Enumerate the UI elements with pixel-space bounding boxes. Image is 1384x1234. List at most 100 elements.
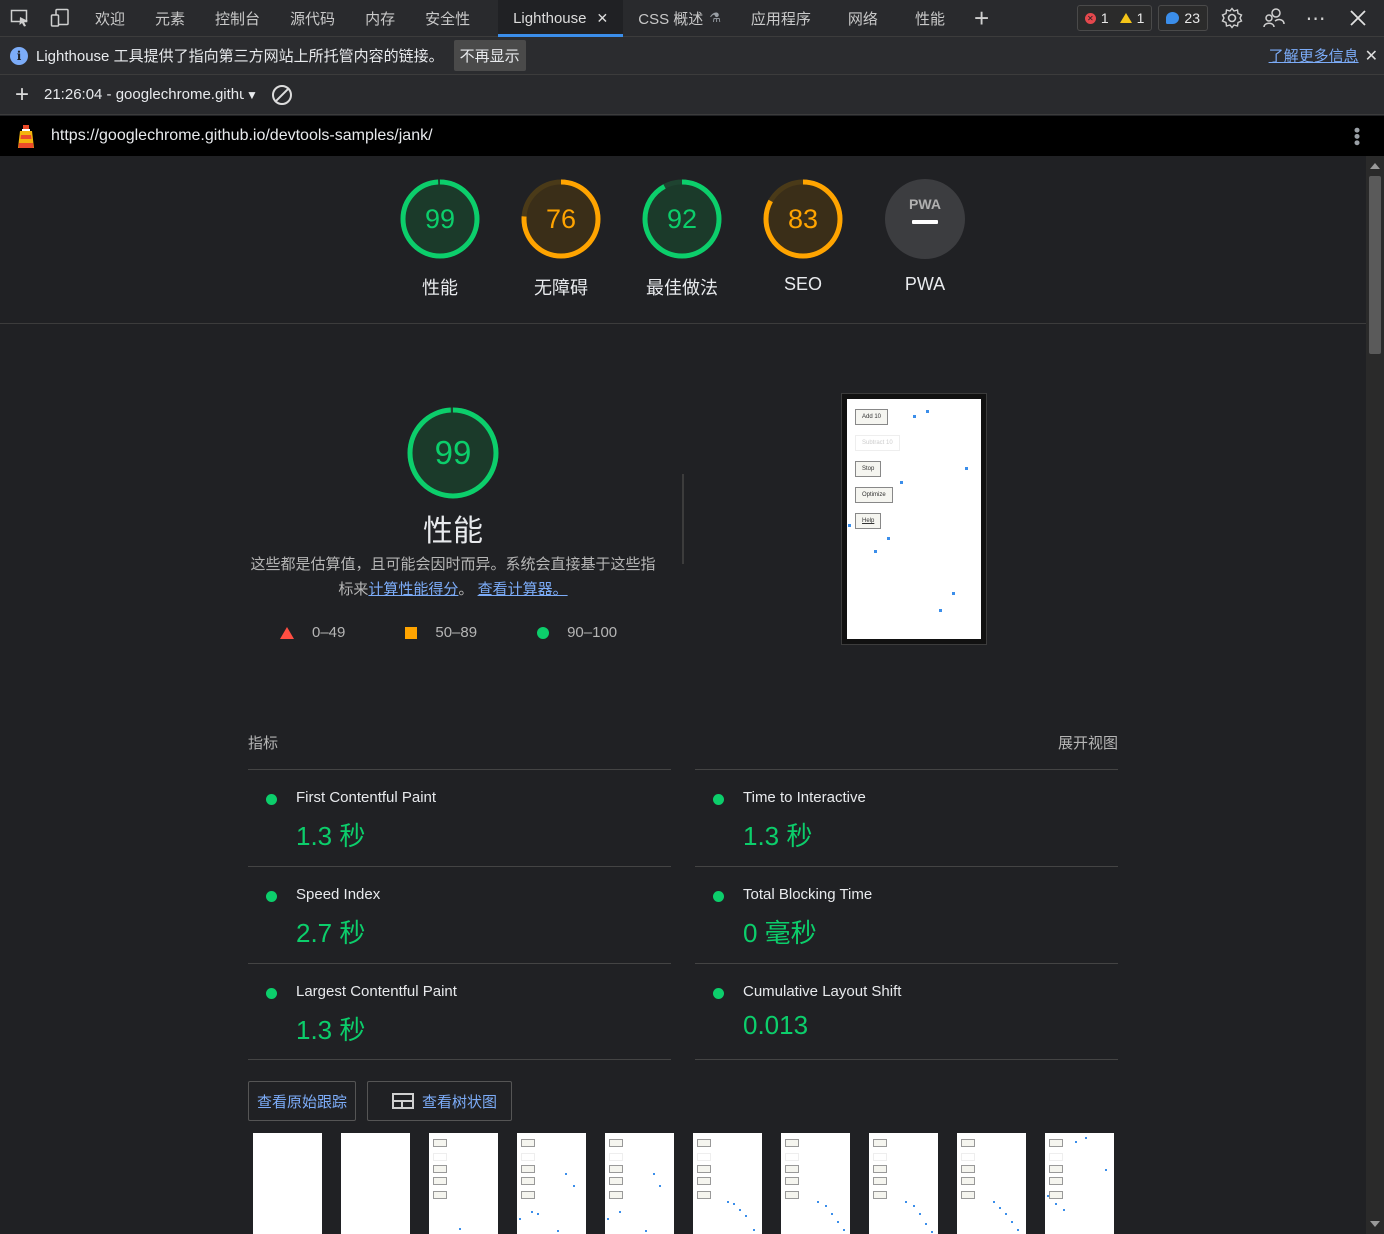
scroll-thumb[interactable] xyxy=(1369,176,1381,354)
pass-circle-icon xyxy=(266,891,277,902)
filmstrip-button xyxy=(697,1153,711,1161)
filmstrip-button xyxy=(697,1177,711,1185)
filmstrip-button xyxy=(609,1139,623,1147)
info-icon: i xyxy=(10,46,28,65)
tab-memory[interactable]: 内存 xyxy=(350,0,410,37)
tab-label: 内存 xyxy=(365,10,396,28)
device-emulation-icon[interactable] xyxy=(40,0,80,37)
report-menu-icon[interactable]: ••• xyxy=(1347,127,1367,146)
gauge-label: 性能 xyxy=(422,278,458,298)
gauge-ring: 76 xyxy=(521,179,601,259)
average-square-icon xyxy=(405,626,418,639)
gauge-label: 最佳做法 xyxy=(646,278,718,298)
view-trace-label: 查看原始跟踪 xyxy=(257,1093,348,1111)
filmstrip-dot xyxy=(565,1173,567,1175)
filmstrip-dot xyxy=(905,1201,907,1203)
tab-security[interactable]: 安全性 xyxy=(410,0,498,37)
score-gauges-header: 99 性能 76 无障碍 92 最佳做法 83 SEO PWA PWA xyxy=(0,156,1366,324)
settings-gear-icon[interactable] xyxy=(1214,0,1250,36)
close-devtools-icon[interactable] xyxy=(1340,0,1376,36)
gauge-pwa[interactable]: PWA PWA xyxy=(875,178,975,295)
gauge-performance[interactable]: 99 性能 xyxy=(390,178,490,300)
tab-label: CSS 概述 xyxy=(638,10,704,28)
metric-cls: Cumulative Layout Shift 0.013 xyxy=(695,963,1118,1060)
filmstrip-dot xyxy=(557,1230,559,1232)
tab-css-overview[interactable]: CSS 概述 ⚗ xyxy=(623,0,736,37)
gauge-label: 无障碍 xyxy=(534,278,588,298)
lighthouse-toolbar: + 21:26:04 - googlechrome.github.io ▼ xyxy=(0,75,1384,115)
messages-counter[interactable]: 23 xyxy=(1158,5,1208,31)
metric-speed-index: Speed Index 2.7 秒 xyxy=(248,866,671,963)
tab-lighthouse[interactable]: Lighthouse ✕ xyxy=(498,0,624,37)
performance-description: 这些都是估算值，且可能会因时而异。系统会直接基于这些指标来计算性能得分。 查看计… xyxy=(248,552,658,602)
message-icon xyxy=(1166,12,1180,24)
filmstrip-button xyxy=(1049,1165,1063,1173)
scroll-up-arrow-icon[interactable] xyxy=(1370,163,1380,169)
tab-welcome[interactable]: 欢迎 xyxy=(80,0,140,37)
report-select[interactable]: 21:26:04 - googlechrome.github.io xyxy=(44,86,244,103)
filmstrip-frame xyxy=(957,1133,1026,1234)
description-punct: 。 xyxy=(458,581,474,598)
pass-circle-icon xyxy=(266,794,277,805)
metric-title: Cumulative Layout Shift xyxy=(743,983,902,1000)
filmstrip-frame xyxy=(341,1133,410,1234)
expand-view-toggle[interactable]: 展开视图 xyxy=(1058,732,1118,753)
gauge-best-practices[interactable]: 92 最佳做法 xyxy=(632,178,732,300)
metric-title: First Contentful Paint xyxy=(296,789,437,806)
filmstrip-button xyxy=(609,1191,623,1199)
calculator-link[interactable]: 查看计算器。 xyxy=(478,581,568,598)
filmstrip-button xyxy=(785,1165,799,1173)
close-tab-icon[interactable]: ✕ xyxy=(597,10,609,27)
filmstrip-dot xyxy=(537,1213,539,1215)
filmstrip-frame xyxy=(429,1133,498,1234)
inspect-element-icon[interactable] xyxy=(0,0,40,37)
clear-reports-icon[interactable] xyxy=(271,84,292,105)
gauge-seo[interactable]: 83 SEO xyxy=(753,178,853,295)
filmstrip-button xyxy=(433,1191,447,1199)
tab-elements[interactable]: 元素 xyxy=(140,0,200,37)
gauge-score: 83 xyxy=(788,204,818,234)
tab-label: 性能 xyxy=(914,10,945,28)
tab-label: 控制台 xyxy=(215,10,261,28)
filmstrip-button xyxy=(961,1139,975,1147)
ss-dot xyxy=(887,537,890,540)
trace-buttons: 查看原始跟踪 查看树状图 xyxy=(248,1081,513,1121)
issues-counter[interactable]: ✕ 1 1 xyxy=(1076,5,1153,31)
close-infobar-icon[interactable]: ✕ xyxy=(1365,46,1378,66)
final-screenshot[interactable]: Add 10 Subtract 10 Stop Optimize Help xyxy=(841,393,987,645)
tab-network[interactable]: 网络 xyxy=(826,0,900,37)
metric-tti: Time to Interactive 1.3 秒 xyxy=(695,769,1118,866)
calculate-score-link[interactable]: 计算性能得分 xyxy=(368,581,458,598)
tab-sources[interactable]: 源代码 xyxy=(275,0,350,37)
message-count: 23 xyxy=(1184,10,1200,26)
lighthouse-logo-icon xyxy=(16,123,36,149)
vertical-scrollbar[interactable] xyxy=(1366,156,1384,1234)
filmstrip-dot xyxy=(519,1218,521,1220)
tab-performance[interactable]: 性能 xyxy=(900,0,960,37)
scroll-down-arrow-icon[interactable] xyxy=(1370,1221,1380,1227)
dont-show-again-button[interactable]: 不再显示 xyxy=(453,40,526,71)
tab-application[interactable]: 应用程序 xyxy=(736,0,826,37)
filmstrip-dot xyxy=(573,1185,575,1187)
tab-console[interactable]: 控制台 xyxy=(200,0,275,37)
filmstrip-button xyxy=(961,1153,975,1161)
view-treemap-button[interactable]: 查看树状图 xyxy=(367,1081,513,1121)
add-tab-plus-icon[interactable]: + xyxy=(960,3,1003,34)
filmstrip-dot xyxy=(843,1229,845,1231)
filmstrip-dot xyxy=(531,1211,533,1213)
new-report-plus-icon[interactable]: + xyxy=(0,81,44,109)
filmstrip-button xyxy=(521,1191,535,1199)
dropdown-caret-icon[interactable]: ▼ xyxy=(246,88,258,102)
filmstrip-button xyxy=(521,1153,535,1161)
feedback-people-icon[interactable] xyxy=(1256,0,1292,36)
gauge-ring: 83 xyxy=(763,179,843,259)
gauge-accessibility[interactable]: 76 无障碍 xyxy=(511,178,611,300)
more-options-icon[interactable]: ⋯ xyxy=(1298,0,1334,36)
learn-more-link[interactable]: 了解更多信息 xyxy=(1269,45,1359,66)
view-trace-button[interactable]: 查看原始跟踪 xyxy=(248,1081,357,1121)
tab-label: 源代码 xyxy=(290,10,336,28)
ss-dot xyxy=(926,410,929,413)
tab-label: 网络 xyxy=(847,10,878,28)
tab-label: 应用程序 xyxy=(750,10,811,28)
metric-title: Time to Interactive xyxy=(743,789,866,806)
